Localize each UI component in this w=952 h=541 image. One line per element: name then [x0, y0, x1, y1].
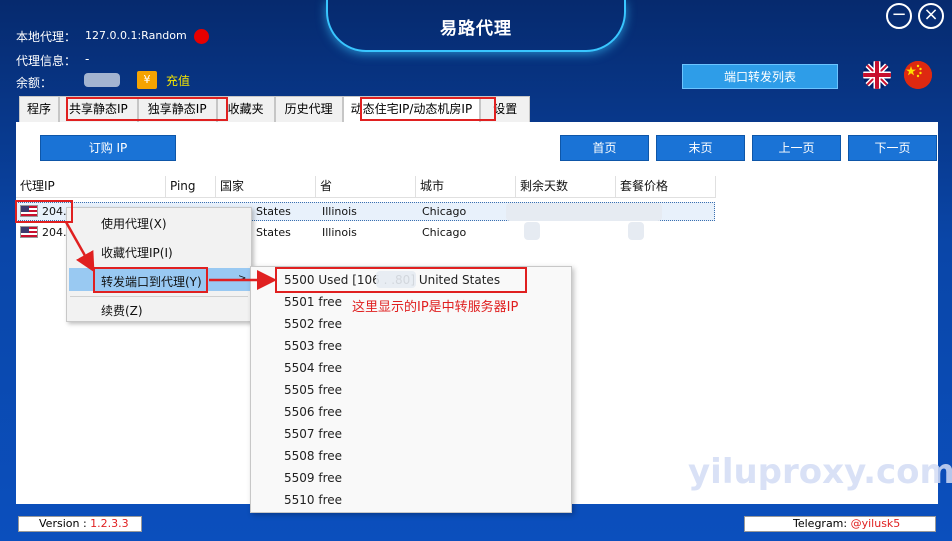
telegram-label: Telegram: [793, 517, 848, 530]
telegram-value[interactable]: @yilusk5 [851, 517, 901, 530]
telegram-badge: Telegram: @yilusk5 [744, 516, 936, 532]
watermark-text: yiluproxy.com [688, 452, 952, 492]
version-badge: Version : 1.2.3.3 [18, 516, 142, 532]
version-label: Version : [39, 517, 87, 530]
version-value: 1.2.3.3 [90, 517, 129, 530]
